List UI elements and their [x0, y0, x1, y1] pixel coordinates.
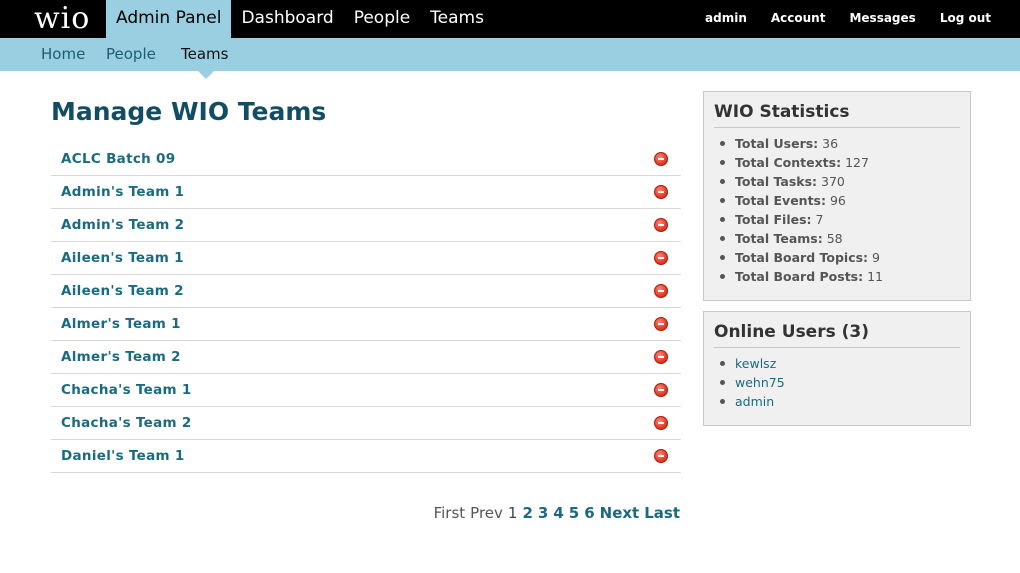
delete-icon[interactable]: [654, 317, 668, 331]
team-link[interactable]: Almer's Team 1: [61, 308, 181, 340]
subnav-teams[interactable]: Teams: [181, 38, 228, 71]
subnav-home[interactable]: Home: [41, 38, 85, 71]
online-user-item: wehn75: [718, 373, 970, 392]
delete-icon[interactable]: [654, 284, 668, 298]
pager-page-link[interactable]: 2: [522, 504, 532, 522]
stat-label: Total Teams:: [735, 231, 823, 246]
pager-page-link[interactable]: 6: [584, 504, 594, 522]
stat-value: 127: [845, 155, 869, 170]
stat-label: Total Events:: [735, 193, 826, 208]
stat-value: 7: [815, 212, 824, 227]
nav-admin-panel[interactable]: Admin Panel: [106, 0, 232, 38]
online-users-list: kewlsz wehn75 admin: [704, 348, 970, 411]
team-row: Daniel's Team 1: [51, 440, 681, 473]
online-users-panel: Online Users (3) kewlsz wehn75 admin: [703, 311, 971, 426]
pager-page-link[interactable]: 5: [569, 504, 579, 522]
team-link[interactable]: Almer's Team 2: [61, 341, 181, 373]
delete-icon[interactable]: [654, 449, 668, 463]
team-link[interactable]: Aileen's Team 1: [61, 242, 184, 274]
team-row: ACLC Batch 09: [51, 143, 681, 176]
nav-dashboard[interactable]: Dashboard: [231, 0, 343, 38]
stat-item: Total Files: 7: [718, 210, 970, 229]
team-row: Almer's Team 1: [51, 308, 681, 341]
stat-label: Total Users:: [735, 136, 819, 151]
stat-label: Total Files:: [735, 212, 812, 227]
subnav-people[interactable]: People: [106, 38, 156, 71]
stat-item: Total Board Posts: 11: [718, 267, 970, 286]
team-link[interactable]: Admin's Team 2: [61, 209, 184, 241]
pager-page-link[interactable]: 3: [538, 504, 548, 522]
stat-item: Total Tasks: 370: [718, 172, 970, 191]
stat-item: Total Teams: 58: [718, 229, 970, 248]
pager-next[interactable]: Next: [600, 504, 640, 522]
stat-item: Total Events: 96: [718, 191, 970, 210]
pager-last[interactable]: Last: [644, 504, 680, 522]
account-link[interactable]: Account: [771, 0, 826, 38]
wio-logo[interactable]: wio: [34, 0, 90, 38]
team-link[interactable]: Chacha's Team 2: [61, 407, 192, 439]
online-user-link[interactable]: wehn75: [735, 375, 785, 390]
user-nav: admin Account Messages Log out: [681, 0, 991, 38]
online-user-link[interactable]: admin: [735, 394, 774, 409]
statistics-panel: WIO Statistics Total Users: 36 Total Con…: [703, 91, 971, 301]
nav-teams[interactable]: Teams: [420, 0, 494, 38]
pager-prev: Prev: [470, 504, 503, 522]
main-nav: Admin Panel Dashboard People Teams: [106, 0, 494, 38]
stat-value: 11: [867, 269, 884, 284]
stat-label: Total Contexts:: [735, 155, 842, 170]
stat-item: Total Contexts: 127: [718, 153, 970, 172]
statistics-title: WIO Statistics: [714, 92, 960, 128]
stat-value: 58: [826, 231, 843, 246]
pager-current-page: 1: [507, 504, 518, 522]
active-tab-pointer: [198, 71, 214, 79]
online-users-title: Online Users (3): [714, 312, 960, 348]
stat-label: Total Board Topics:: [735, 250, 869, 265]
delete-icon[interactable]: [654, 218, 668, 232]
team-link[interactable]: ACLC Batch 09: [61, 143, 175, 175]
delete-icon[interactable]: [654, 152, 668, 166]
team-row: Aileen's Team 1: [51, 242, 681, 275]
stat-value: 9: [872, 250, 880, 265]
stat-value: 96: [829, 193, 846, 208]
team-row: Aileen's Team 2: [51, 275, 681, 308]
delete-icon[interactable]: [654, 251, 668, 265]
stat-value: 36: [822, 136, 839, 151]
page-title: Manage WIO Teams: [51, 97, 327, 126]
team-link[interactable]: Admin's Team 1: [61, 176, 184, 208]
team-row: Almer's Team 2: [51, 341, 681, 374]
user-admin-link[interactable]: admin: [705, 0, 747, 38]
team-list: ACLC Batch 09 Admin's Team 1 Admin's Tea…: [51, 143, 681, 473]
stat-label: Total Board Posts:: [735, 269, 864, 284]
delete-icon[interactable]: [654, 416, 668, 430]
pagination: First Prev 1 2 3 4 5 6 Next Last: [434, 504, 680, 522]
team-row: Admin's Team 1: [51, 176, 681, 209]
pager-first: First: [433, 504, 466, 522]
delete-icon[interactable]: [654, 383, 668, 397]
statistics-list: Total Users: 36 Total Contexts: 127 Tota…: [704, 128, 970, 286]
stat-item: Total Users: 36: [718, 134, 970, 153]
team-row: Admin's Team 2: [51, 209, 681, 242]
team-row: Chacha's Team 2: [51, 407, 681, 440]
online-user-item: admin: [718, 392, 970, 411]
delete-icon[interactable]: [654, 185, 668, 199]
team-link[interactable]: Aileen's Team 2: [61, 275, 184, 307]
messages-link[interactable]: Messages: [849, 0, 915, 38]
team-link[interactable]: Daniel's Team 1: [61, 440, 185, 472]
stat-item: Total Board Topics: 9: [718, 248, 970, 267]
top-bar: wio Admin Panel Dashboard People Teams a…: [0, 0, 1020, 38]
sub-nav: Home People Teams: [0, 38, 1020, 79]
online-user-link[interactable]: kewlsz: [735, 356, 776, 371]
stat-label: Total Tasks:: [735, 174, 818, 189]
online-user-item: kewlsz: [718, 354, 970, 373]
logout-link[interactable]: Log out: [940, 0, 991, 38]
team-row: Chacha's Team 1: [51, 374, 681, 407]
pager-page-link[interactable]: 4: [553, 504, 563, 522]
team-link[interactable]: Chacha's Team 1: [61, 374, 192, 406]
stat-value: 370: [821, 174, 845, 189]
nav-people[interactable]: People: [344, 0, 420, 38]
delete-icon[interactable]: [654, 350, 668, 364]
